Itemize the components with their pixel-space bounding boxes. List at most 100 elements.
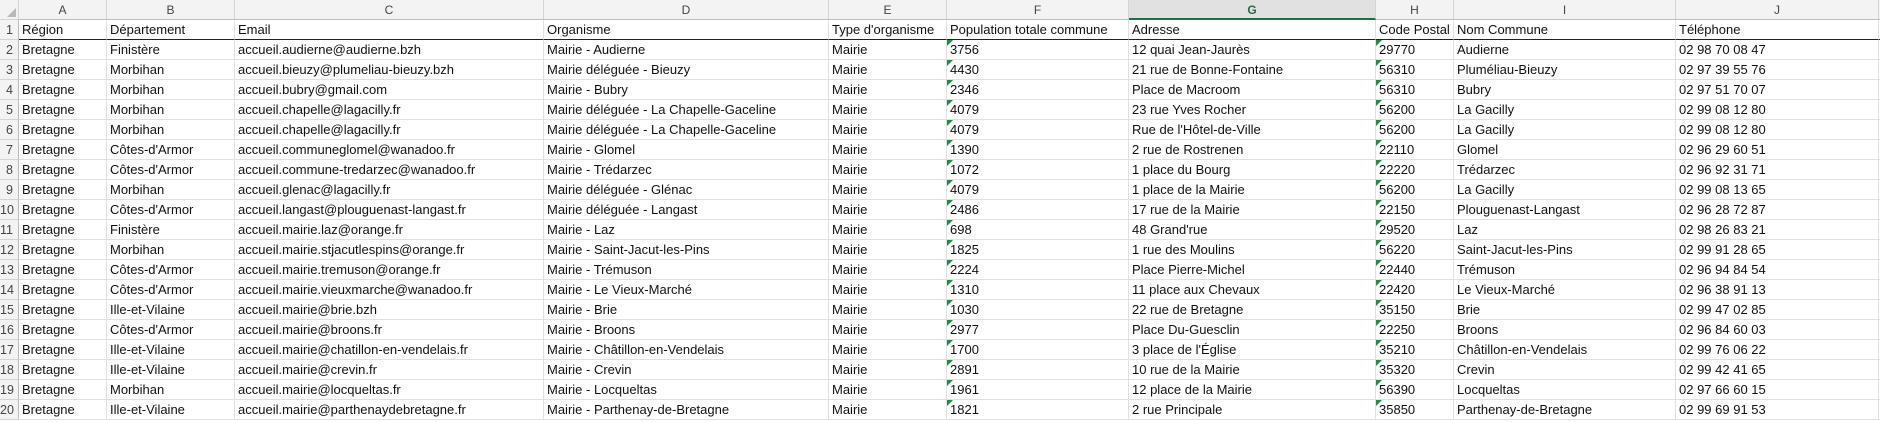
table-cell[interactable]: Mairie - Bubry	[544, 80, 829, 100]
table-cell[interactable]: 17 rue de la Mairie	[1129, 200, 1376, 220]
table-cell[interactable]: Bretagne	[19, 160, 107, 180]
table-cell[interactable]: 22150	[1376, 200, 1454, 220]
select-all-button[interactable]	[0, 0, 19, 20]
row-header[interactable]: 17	[0, 340, 19, 360]
table-cell[interactable]: Morbihan	[107, 380, 235, 400]
column-title-cell[interactable]: Email	[235, 20, 544, 40]
table-cell[interactable]: Bretagne	[19, 80, 107, 100]
table-cell[interactable]: accueil.mairie@chatillon-en-vendelais.fr	[235, 340, 544, 360]
table-cell[interactable]: Mairie	[829, 340, 947, 360]
table-cell[interactable]: accueil.bieuzy@plumeliau-bieuzy.bzh	[235, 60, 544, 80]
row-header[interactable]: 6	[0, 120, 19, 140]
table-cell[interactable]: 1390	[947, 140, 1129, 160]
table-cell[interactable]: Trémuson	[1454, 260, 1676, 280]
table-cell[interactable]: 02 99 42 41 65	[1676, 360, 1879, 380]
table-cell[interactable]: Mairie	[829, 60, 947, 80]
column-title-cell[interactable]: Région	[19, 20, 107, 40]
table-cell[interactable]: 02 97 39 55 76	[1676, 60, 1879, 80]
table-cell[interactable]: Audierne	[1454, 40, 1676, 60]
table-cell[interactable]: Mairie - Brie	[544, 300, 829, 320]
table-cell[interactable]: 698	[947, 220, 1129, 240]
table-cell[interactable]: accueil.bubry@gmail.com	[235, 80, 544, 100]
column-header-j[interactable]: J	[1676, 0, 1879, 20]
table-cell[interactable]: 56220	[1376, 240, 1454, 260]
column-title-cell[interactable]: Code Postal	[1376, 20, 1454, 40]
table-cell[interactable]: 02 96 84 60 03	[1676, 320, 1879, 340]
table-cell[interactable]: Mairie - Glomel	[544, 140, 829, 160]
table-cell[interactable]: Mairie	[829, 140, 947, 160]
table-cell[interactable]: accueil.mairie@crevin.fr	[235, 360, 544, 380]
row-header[interactable]: 1	[0, 20, 19, 40]
table-cell[interactable]: 22 rue de Bretagne	[1129, 300, 1376, 320]
table-cell[interactable]: accueil.mairie@broons.fr	[235, 320, 544, 340]
table-cell[interactable]: accueil.mairie@parthenaydebretagne.fr	[235, 400, 544, 420]
table-cell[interactable]: 56310	[1376, 80, 1454, 100]
table-cell[interactable]: Mairie - Trédarzec	[544, 160, 829, 180]
table-cell[interactable]: Bretagne	[19, 340, 107, 360]
row-header[interactable]: 18	[0, 360, 19, 380]
table-cell[interactable]: Mairie déléguée - La Chapelle-Gaceline	[544, 100, 829, 120]
table-cell[interactable]: Crevin	[1454, 360, 1676, 380]
table-cell[interactable]: 02 99 08 12 80	[1676, 120, 1879, 140]
table-cell[interactable]: 02 98 26 83 21	[1676, 220, 1879, 240]
row-header[interactable]: 10	[0, 200, 19, 220]
row-header[interactable]: 7	[0, 140, 19, 160]
table-cell[interactable]: Morbihan	[107, 180, 235, 200]
table-cell[interactable]: Le Vieux-Marché	[1454, 280, 1676, 300]
table-cell[interactable]: 21 rue de Bonne-Fontaine	[1129, 60, 1376, 80]
table-cell[interactable]: Plouguenast-Langast	[1454, 200, 1676, 220]
table-cell[interactable]: Mairie	[829, 200, 947, 220]
table-cell[interactable]: Bubry	[1454, 80, 1676, 100]
table-cell[interactable]: Bretagne	[19, 260, 107, 280]
table-cell[interactable]: Bretagne	[19, 400, 107, 420]
table-cell[interactable]: Trédarzec	[1454, 160, 1676, 180]
column-header-g[interactable]: G	[1129, 0, 1376, 20]
column-header-f[interactable]: F	[947, 0, 1129, 20]
table-cell[interactable]: 56200	[1376, 100, 1454, 120]
row-header[interactable]: 11	[0, 220, 19, 240]
table-cell[interactable]: Morbihan	[107, 80, 235, 100]
table-cell[interactable]: Rue de l'Hôtel-de-Ville	[1129, 120, 1376, 140]
table-cell[interactable]: accueil.mairie.vieuxmarche@wanadoo.fr	[235, 280, 544, 300]
table-cell[interactable]: 02 96 38 91 13	[1676, 280, 1879, 300]
table-cell[interactable]: Mairie déléguée - Glénac	[544, 180, 829, 200]
table-cell[interactable]: Saint-Jacut-les-Pins	[1454, 240, 1676, 260]
table-cell[interactable]: 35320	[1376, 360, 1454, 380]
table-cell[interactable]: Bretagne	[19, 380, 107, 400]
table-cell[interactable]: 02 97 66 60 15	[1676, 380, 1879, 400]
table-cell[interactable]: accueil.mairie.tremuson@orange.fr	[235, 260, 544, 280]
row-header[interactable]: 16	[0, 320, 19, 340]
table-cell[interactable]: Mairie - Trémuson	[544, 260, 829, 280]
column-title-cell[interactable]: Population totale commune	[947, 20, 1129, 40]
table-cell[interactable]: Mairie	[829, 100, 947, 120]
table-cell[interactable]: 12 quai Jean-Jaurès	[1129, 40, 1376, 60]
column-header-e[interactable]: E	[829, 0, 947, 20]
table-cell[interactable]: 1 place de la Mairie	[1129, 180, 1376, 200]
row-header[interactable]: 14	[0, 280, 19, 300]
table-cell[interactable]: Laz	[1454, 220, 1676, 240]
table-cell[interactable]: accueil.chapelle@lagacilly.fr	[235, 100, 544, 120]
table-cell[interactable]: Mairie	[829, 80, 947, 100]
table-cell[interactable]: 2224	[947, 260, 1129, 280]
table-cell[interactable]: 1700	[947, 340, 1129, 360]
spreadsheet-grid[interactable]: ABCDEFGHIJ 1 2 3 4 5 6 7 8 9 10 11 12 13 14 15 16 17 18 19…	[0, 0, 1880, 422]
table-cell[interactable]: Bretagne	[19, 40, 107, 60]
table-cell[interactable]: Mairie	[829, 400, 947, 420]
table-cell[interactable]: accueil.mairie@locqueltas.fr	[235, 380, 544, 400]
table-cell[interactable]: Parthenay-de-Bretagne	[1454, 400, 1676, 420]
table-cell[interactable]: Broons	[1454, 320, 1676, 340]
row-header[interactable]: 15	[0, 300, 19, 320]
table-cell[interactable]: accueil.mairie.laz@orange.fr	[235, 220, 544, 240]
table-cell[interactable]: Place Du-Guesclin	[1129, 320, 1376, 340]
table-cell[interactable]: Mairie - Le Vieux-Marché	[544, 280, 829, 300]
table-cell[interactable]: Brie	[1454, 300, 1676, 320]
table-cell[interactable]: 4079	[947, 100, 1129, 120]
table-cell[interactable]: Morbihan	[107, 100, 235, 120]
table-cell[interactable]: Mairie - Crevin	[544, 360, 829, 380]
table-cell[interactable]: 4079	[947, 120, 1129, 140]
table-cell[interactable]: 1072	[947, 160, 1129, 180]
table-cell[interactable]: Place Pierre-Michel	[1129, 260, 1376, 280]
table-cell[interactable]: 02 99 08 13 65	[1676, 180, 1879, 200]
table-cell[interactable]: 22110	[1376, 140, 1454, 160]
table-cell[interactable]: 02 96 29 60 51	[1676, 140, 1879, 160]
